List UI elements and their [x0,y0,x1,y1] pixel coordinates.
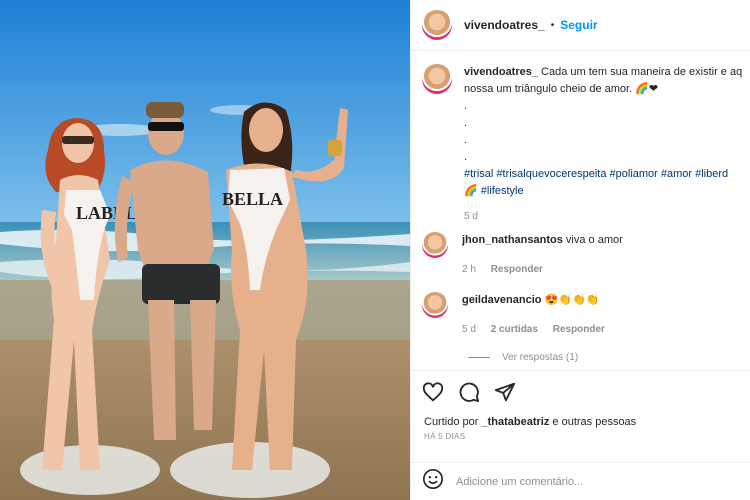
view-replies-label: Ver respostas (1) [502,352,579,363]
share-icon[interactable] [494,381,516,408]
caption-dot: . [464,100,468,112]
header-separator: • [550,19,555,31]
add-comment-input[interactable]: Adicione um comentário... [456,476,583,488]
add-comment-bar: Adicione um comentário... [410,462,750,500]
caption-username[interactable]: vivendoatres_ [464,66,538,78]
caption-dot: . [464,117,468,129]
comment-text: viva o amor [565,234,623,246]
comment-item: geildavenancio 😍👏👏👏 5 d 2 curtidas Respo… [422,292,750,338]
comment-username[interactable]: jhon_nathansantos [462,234,563,246]
comment-body: geildavenancio 😍👏👏👏 5 d 2 curtidas Respo… [462,292,750,338]
comment-icon[interactable] [458,381,480,408]
author-username[interactable]: vivendoatres_ [464,18,545,32]
reply-button[interactable]: Responder [491,264,543,275]
replies-line [468,357,490,358]
comment-text: 😍👏👏👏 [544,294,600,306]
comment-username[interactable]: geildavenancio [462,294,541,306]
author-avatar[interactable] [422,10,452,40]
caption-rainbow: 🌈 [464,185,478,197]
comment-time[interactable]: 2 h [462,264,476,275]
comment-time[interactable]: 5 d [462,324,476,335]
action-bar: Curtido por _thatabeatriz e outras pesso… [410,370,750,441]
post-header: vivendoatres_ • Seguir [410,0,750,51]
reply-button[interactable]: Responder [553,324,605,335]
commenter-avatar[interactable] [422,232,448,258]
caption-text: vivendoatres_ Cada um tem sua maneira de… [464,64,750,225]
caption-hashtags[interactable]: #trisal #trisalquevocerespeita #poliamor… [464,166,750,183]
caption-line-1: Cada um tem sua maneira de existir e aq [541,66,743,78]
commenter-avatar[interactable] [422,292,448,318]
caption-time[interactable]: 5 d [464,211,478,222]
heart-icon[interactable] [422,381,444,408]
follow-button[interactable]: Seguir [560,18,597,32]
caption-line-2: nossa um triângulo cheio de amor. [464,83,633,95]
likes-prefix: Curtido por [424,416,479,428]
emoji-icon[interactable] [422,468,444,495]
caption-dot: . [464,151,468,163]
posted-ago[interactable]: HÁ 5 DIAS [410,428,750,441]
comment-likes[interactable]: 2 curtidas [491,324,538,335]
caption-emojis: 🌈❤ [635,83,659,95]
shirt-text-right: BELLA [222,189,283,209]
likes-suffix[interactable]: e outras pessoas [552,416,636,428]
post-photo[interactable]: LABELL BELLA [0,0,410,500]
likes-summary: Curtido por _thatabeatriz e outras pesso… [410,408,750,428]
comment-item: jhon_nathansantos viva o amor 2 h Respon… [422,232,750,278]
caption-hashtag-lifestyle[interactable]: #lifestyle [481,185,524,197]
caption-dot: . [464,134,468,146]
caption-avatar[interactable] [422,64,452,94]
likes-user[interactable]: _thatabeatriz [481,416,549,428]
comment-body: jhon_nathansantos viva o amor 2 h Respon… [462,232,750,278]
view-replies-button[interactable]: Ver respostas (1) [468,352,578,363]
post-side-panel: vivendoatres_ • Seguir vivendoatres_ Cad… [410,0,750,500]
caption-block: vivendoatres_ Cada um tem sua maneira de… [422,64,750,225]
